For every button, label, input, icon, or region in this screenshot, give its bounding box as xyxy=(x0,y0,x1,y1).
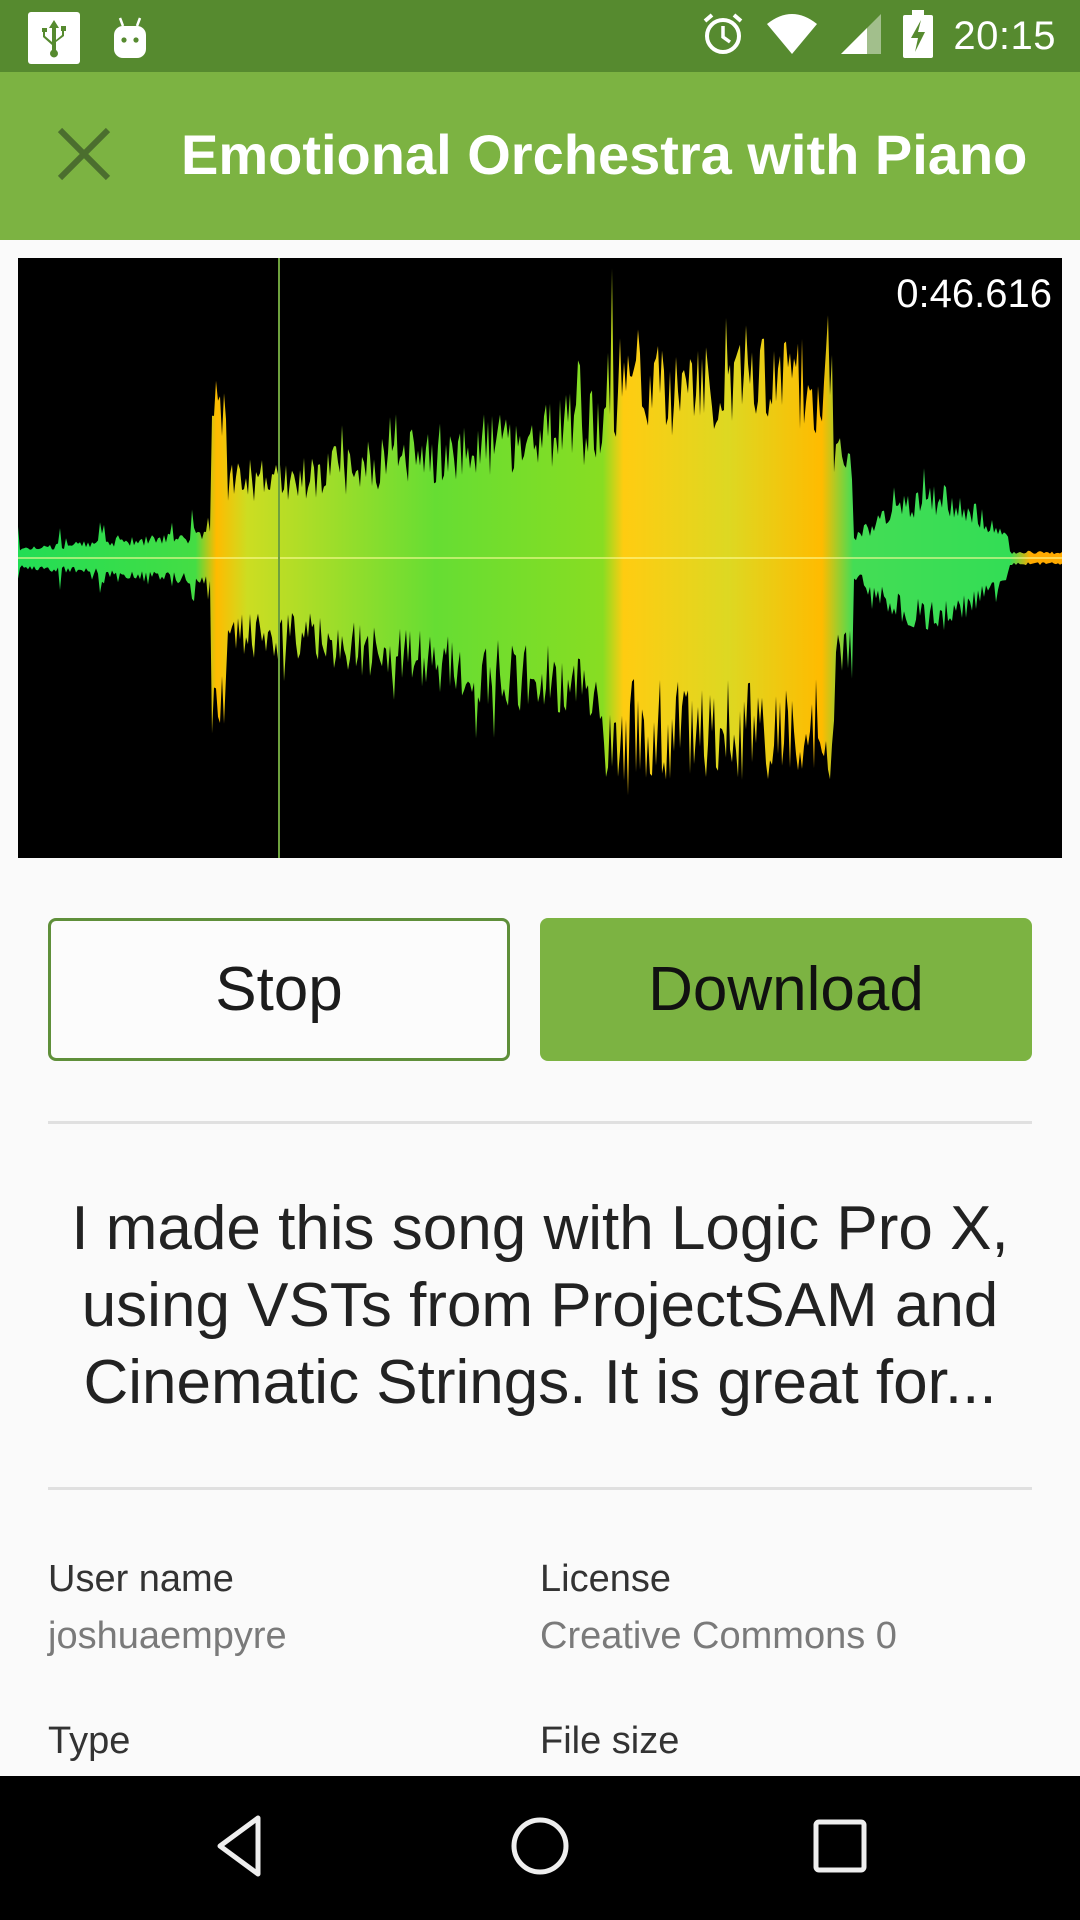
user-name-label: User name xyxy=(48,1558,234,1600)
status-bar: 20:15 xyxy=(0,0,1080,72)
home-icon xyxy=(508,1814,572,1883)
home-button[interactable] xyxy=(490,1806,590,1890)
wifi-icon xyxy=(765,12,819,61)
playback-time: 0:46.616 xyxy=(896,272,1052,316)
clock: 20:15 xyxy=(953,13,1056,58)
close-button[interactable] xyxy=(46,118,122,194)
usb-icon xyxy=(28,12,80,69)
recents-button[interactable] xyxy=(790,1806,890,1890)
back-icon xyxy=(212,1814,268,1883)
cell-signal-icon xyxy=(839,12,883,61)
download-button[interactable]: Download xyxy=(540,918,1032,1061)
page-title: Emotional Orchestra with Piano xyxy=(181,123,1028,186)
file-size-label: File size xyxy=(540,1720,680,1762)
license-label: License xyxy=(540,1558,671,1600)
user-name-value[interactable]: joshuaempyre xyxy=(48,1615,287,1658)
battery-charging-icon xyxy=(903,9,934,63)
sound-description[interactable]: I made this song with Logic Pro X, using… xyxy=(40,1190,1040,1421)
divider xyxy=(48,1121,1032,1124)
back-button[interactable] xyxy=(190,1806,290,1890)
divider xyxy=(48,1487,1032,1490)
app-bar: Emotional Orchestra with Piano xyxy=(0,72,1080,240)
license-value: Creative Commons 0 xyxy=(540,1615,897,1657)
type-label: Type xyxy=(48,1720,131,1762)
stop-button[interactable]: Stop xyxy=(48,918,510,1061)
android-debug-icon xyxy=(110,16,150,65)
navigation-bar xyxy=(0,1776,1080,1920)
close-icon xyxy=(54,124,114,189)
waveform-graphic xyxy=(18,258,1062,858)
alarm-icon xyxy=(701,11,745,62)
waveform-player[interactable]: 0:46.616 xyxy=(18,258,1062,858)
recents-icon xyxy=(812,1818,868,1879)
